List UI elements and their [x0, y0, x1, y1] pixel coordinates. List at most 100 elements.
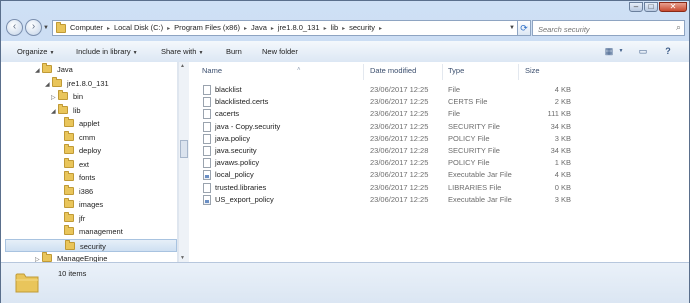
tree-item[interactable]: security — [5, 238, 177, 252]
folder-icon — [64, 184, 74, 195]
tree-item[interactable]: deploy — [57, 144, 101, 157]
maximize-button[interactable]: □ — [644, 2, 658, 12]
file-date-modified: 23/06/2017 12:25 — [370, 182, 429, 192]
share-with-label: Share with — [161, 47, 197, 56]
tree-item[interactable]: ◢ Java — [35, 63, 73, 76]
breadcrumb-item[interactable]: lib — [331, 23, 339, 32]
burn-button[interactable]: Burn — [226, 46, 242, 57]
tree-item[interactable]: cmm — [57, 130, 95, 144]
tree-item-label: images — [79, 200, 104, 209]
folder-icon — [64, 171, 74, 181]
tree-item-label: applet — [79, 119, 100, 128]
tree-item[interactable]: management — [57, 225, 123, 238]
navigation-scrollbar[interactable]: ▲ ▼ — [178, 62, 189, 262]
file-row[interactable]: javaws.policy 23/06/2017 12:25 POLICY File… — [189, 157, 689, 169]
file-name: US_export_policy — [215, 194, 274, 204]
breadcrumb-separator-icon[interactable]: ▸ — [167, 26, 170, 32]
breadcrumb-item[interactable]: Java — [251, 23, 267, 32]
file-row[interactable]: US_export_policy 23/06/2017 12:25 Executab… — [189, 194, 689, 206]
file-row[interactable]: blacklist 23/06/2017 12:25 File 4 KB — [189, 84, 689, 96]
tree-item[interactable]: i386 — [57, 184, 93, 198]
tree-item[interactable]: applet — [57, 117, 99, 130]
column-header-name[interactable]: Name ˄ — [202, 62, 301, 80]
new-folder-button[interactable]: New folder — [262, 46, 298, 57]
file-name: java.policy — [215, 133, 251, 143]
file-row[interactable]: blacklisted.certs 23/06/2017 12:25 CERTS F… — [189, 96, 689, 108]
column-header-size[interactable]: Size — [525, 62, 540, 80]
jar-icon — [203, 170, 211, 181]
folder-icon — [56, 22, 66, 33]
close-button[interactable]: ✕ — [659, 2, 687, 12]
collapsed-arrow-icon[interactable]: ▷ — [35, 254, 42, 262]
file-size: 3 KB — [554, 194, 571, 204]
include-in-library-button[interactable]: Include in library ▼ — [76, 46, 138, 57]
expanded-arrow-icon[interactable]: ◢ — [35, 65, 42, 78]
tree-item-label: ManageEngine — [57, 254, 108, 262]
search-input[interactable] — [536, 22, 668, 36]
tree-item[interactable]: ▷ ManageEngine — [35, 252, 107, 262]
file-row[interactable]: trusted.libraries 23/06/2017 12:25 LIBRARI… — [189, 182, 689, 194]
tree-item[interactable]: ◢ lib — [51, 103, 81, 117]
tree-item[interactable]: ext — [57, 157, 89, 171]
address-history-dropdown-icon[interactable]: ▼ — [509, 22, 515, 35]
organize-label: Organize — [17, 47, 48, 56]
file-type: Executable Jar File — [448, 194, 512, 204]
breadcrumb-separator-icon[interactable]: ▸ — [244, 26, 247, 32]
breadcrumb-separator-icon[interactable]: ▸ — [379, 26, 382, 32]
view-options-dropdown-icon[interactable]: ▼ — [617, 44, 625, 58]
file-size: 4 KB — [554, 85, 571, 94]
forward-button[interactable]: › — [25, 19, 42, 36]
back-button[interactable]: ‹ — [6, 19, 23, 36]
search-icon[interactable]: ⌕ — [676, 22, 681, 33]
file-row[interactable]: java - Copy.security 23/06/2017 12:25 SECU… — [189, 121, 689, 133]
breadcrumb-item[interactable]: Program Files (x86) — [174, 23, 240, 32]
address-bar[interactable]: Computer ▸ Local Disk (C:) ▸ Program Files (… — [52, 20, 518, 36]
details-pane: 10 items — [1, 262, 689, 303]
column-header-date[interactable]: Date modified — [370, 62, 416, 80]
breadcrumb-separator-icon[interactable]: ▸ — [342, 26, 345, 32]
refresh-button[interactable]: ⟳ — [517, 20, 531, 36]
column-divider[interactable] — [518, 64, 519, 80]
file-type: POLICY File — [448, 158, 490, 168]
jar-icon — [203, 194, 211, 205]
breadcrumb-separator-icon[interactable]: ▸ — [271, 26, 274, 32]
tree-item[interactable]: ◢ jre1.8.0_131 — [45, 76, 109, 90]
breadcrumb-item[interactable]: Computer — [70, 23, 103, 32]
scroll-down-icon[interactable]: ▼ — [180, 255, 185, 261]
file-row[interactable]: java.policy 23/06/2017 12:25 POLICY File 3 … — [189, 133, 689, 145]
tree-item[interactable]: jfr — [57, 211, 86, 225]
folder-icon — [64, 198, 74, 208]
help-icon[interactable]: ? — [659, 44, 677, 58]
preview-pane-icon[interactable]: ▭ — [636, 44, 650, 58]
column-divider[interactable] — [442, 64, 443, 80]
breadcrumb-separator-icon[interactable]: ▸ — [324, 26, 327, 32]
tree-item-label: jfr — [79, 213, 86, 223]
breadcrumb-item[interactable]: jre1.8.0_131 — [278, 23, 320, 32]
breadcrumb-separator-icon[interactable]: ▸ — [107, 26, 110, 32]
breadcrumb-item[interactable]: security — [349, 23, 375, 32]
file-name: java.security — [215, 146, 257, 155]
tree-item[interactable]: fonts — [57, 171, 95, 184]
change-view-icon[interactable]: ▦ — [602, 44, 616, 58]
folder-icon — [64, 211, 74, 222]
file-row[interactable]: java.security 23/06/2017 12:28 SECURITY Fi… — [189, 145, 689, 157]
file-type: SECURITY File — [448, 121, 500, 131]
organize-button[interactable]: Organize ▼ — [17, 46, 54, 57]
breadcrumb-item[interactable]: Local Disk (C:) — [114, 23, 163, 32]
tree-item[interactable]: images — [57, 198, 103, 211]
file-date-modified: 23/06/2017 12:25 — [370, 170, 429, 180]
file-row[interactable]: cacerts 23/06/2017 12:25 File 111 KB — [189, 108, 689, 120]
file-row[interactable]: local_policy 23/06/2017 12:25 Executable J… — [189, 169, 689, 181]
column-divider[interactable] — [363, 64, 364, 80]
search-box[interactable]: ⌕ — [532, 20, 685, 36]
file-size: 2 KB — [554, 97, 571, 107]
minimize-button[interactable]: – — [629, 2, 643, 12]
column-header-type[interactable]: Type — [448, 62, 464, 80]
file-type: SECURITY File — [448, 146, 500, 155]
recent-pages-dropdown-icon[interactable]: ▼ — [43, 25, 49, 31]
tree-item-label: management — [79, 227, 123, 236]
tree-item[interactable]: ▷ bin — [51, 90, 83, 103]
share-with-button[interactable]: Share with ▼ — [161, 46, 203, 57]
scroll-up-icon[interactable]: ▲ — [180, 63, 185, 69]
scrollbar-thumb[interactable] — [180, 140, 188, 158]
